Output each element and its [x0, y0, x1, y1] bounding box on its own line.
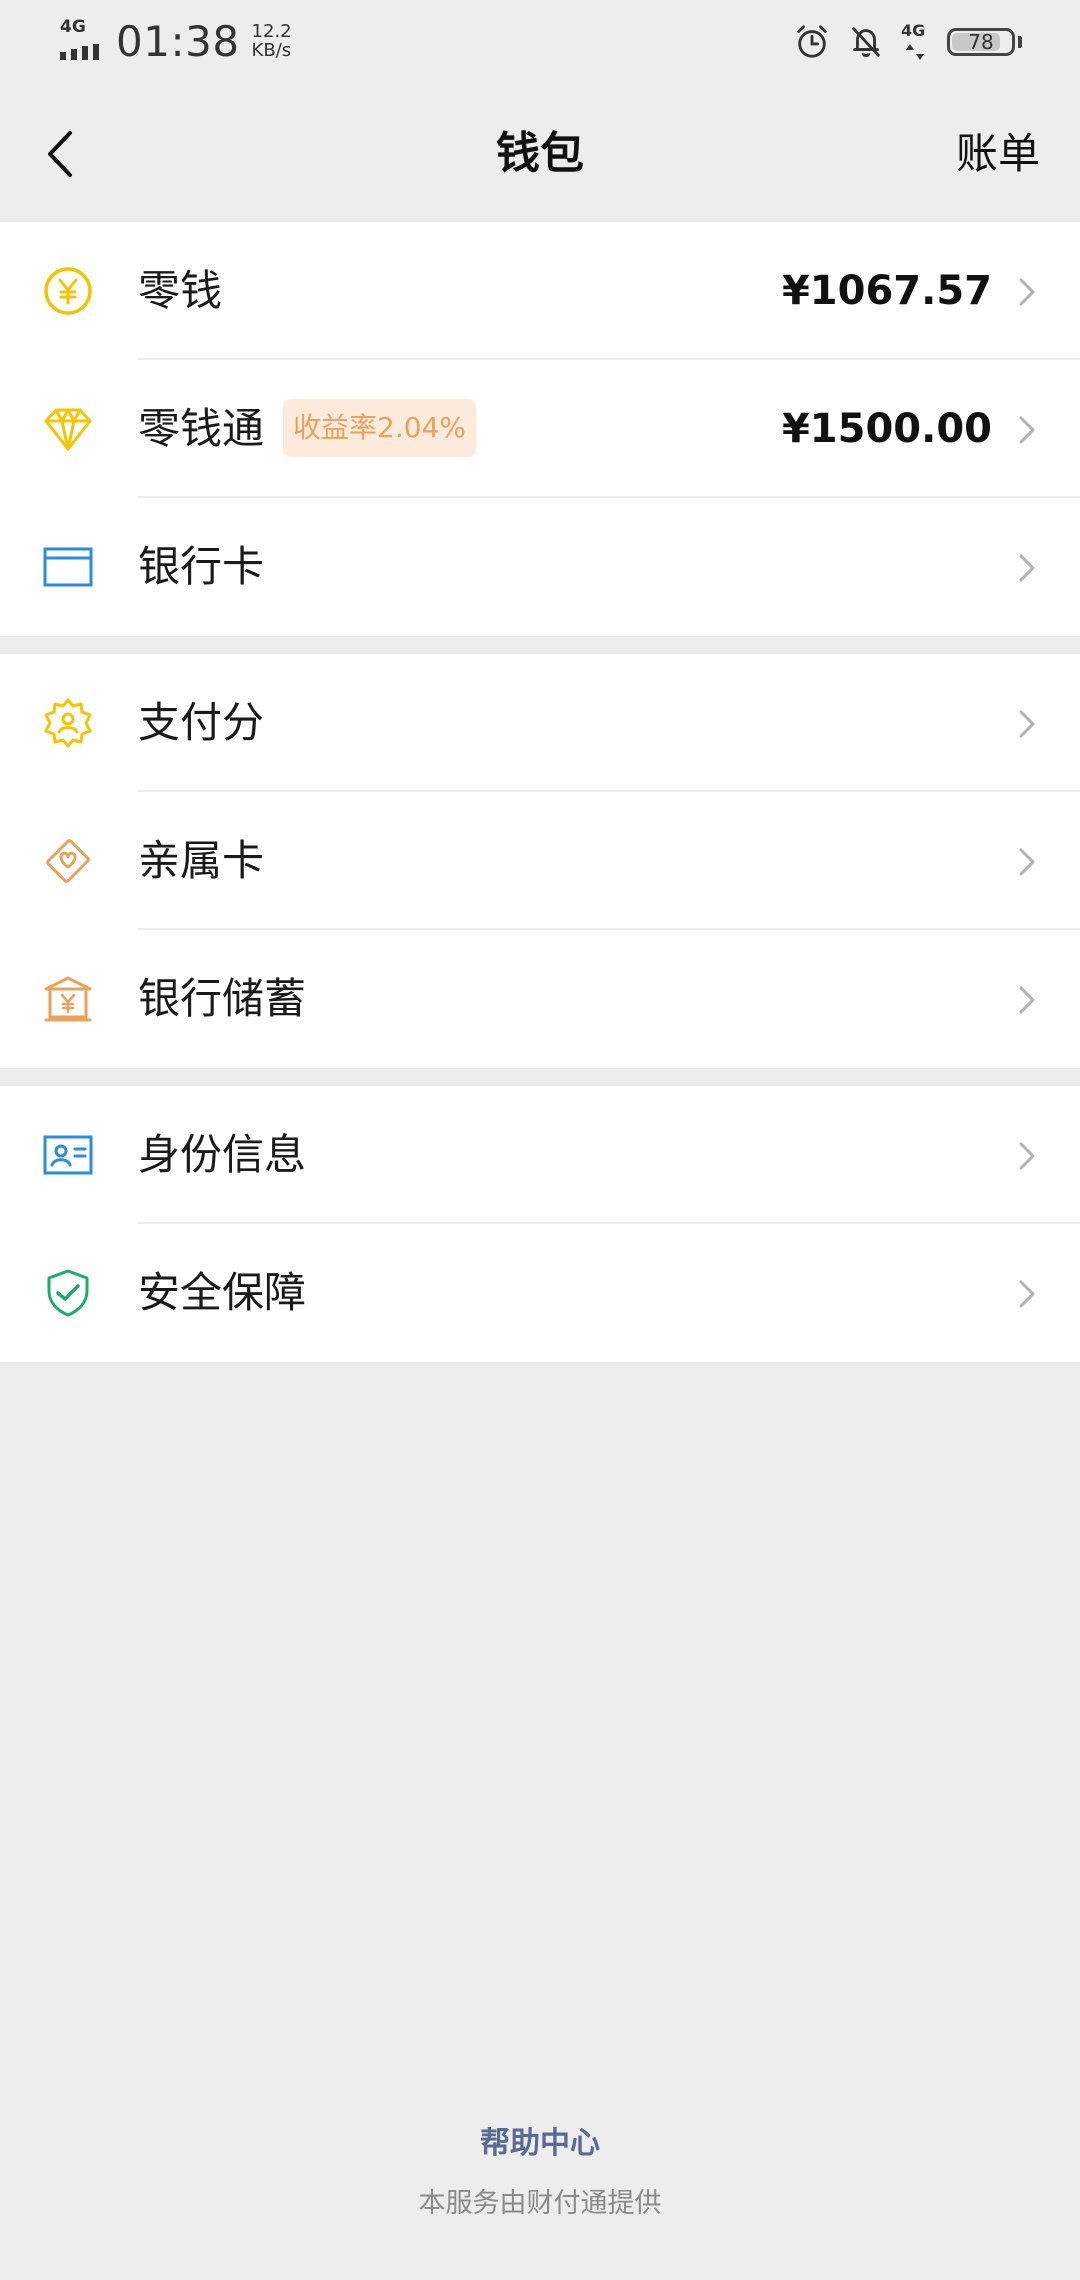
signal-bars-icon [60, 44, 99, 60]
network-speed: 12.2 KB/s [252, 22, 292, 60]
network-speed-unit: KB/s [251, 40, 292, 61]
battery-level: 78 [968, 30, 994, 54]
battery-tip [1018, 36, 1022, 48]
yield-rate-badge: 收益率2.04% [283, 399, 476, 457]
bell-off-icon [852, 27, 880, 57]
yuan-coin-icon [44, 267, 92, 315]
chevron-right-icon [1019, 1142, 1035, 1170]
battery-indicator: 78 [947, 28, 1015, 56]
list-item-change[interactable]: 零钱 ¥1067.57 [0, 222, 1080, 360]
help-center-link[interactable]: 帮助中心 [0, 2118, 1080, 2162]
data-arrows-icon [906, 44, 924, 60]
family-card-icon [46, 839, 90, 883]
bank-card-icon [43, 547, 93, 587]
list-item-label: 零钱 [138, 266, 223, 315]
chevron-right-icon [1019, 1280, 1035, 1308]
list-item-identity[interactable]: 身份信息 [0, 1086, 1080, 1224]
change-balance: ¥1067.57 [781, 268, 992, 314]
page-title: 钱包 [496, 128, 584, 179]
list-item-label: 银行储蓄 [138, 974, 307, 1023]
list-item-bank-savings[interactable]: 银行储蓄 [0, 930, 1080, 1068]
service-provider-note: 本服务由财付通提供 [418, 2188, 662, 2219]
alarm-icon [797, 25, 827, 58]
lingqiantong-balance: ¥1500.00 [781, 406, 992, 452]
signal-indicator: 4G [58, 18, 104, 64]
list-item-family-card[interactable]: 亲属卡 [0, 792, 1080, 930]
chevron-right-icon [1019, 710, 1035, 738]
shield-check-icon [47, 1269, 89, 1317]
wallet-group-3: 身份信息 安全保障 [0, 1086, 1080, 1362]
list-item-label: 亲属卡 [138, 836, 265, 885]
list-item-bank-card[interactable]: 银行卡 [0, 498, 1080, 636]
bill-button[interactable]: 账单 [956, 86, 1040, 222]
id-card-icon [43, 1135, 93, 1175]
status-right: 4G 78 [793, 20, 1022, 64]
wallet-group-1: 零钱 ¥1067.57 零钱通 收益率2.04% ¥1500.00 银行卡 [0, 222, 1080, 636]
list-item-label: 银行卡 [138, 542, 265, 591]
network-type: 4G [60, 17, 86, 37]
wallet-group-2: 支付分 亲属卡 银行储蓄 [0, 654, 1080, 1068]
pay-score-icon [44, 698, 92, 748]
bank-savings-icon [44, 976, 92, 1022]
status-time: 01:38 [116, 16, 240, 66]
network-speed-value: 12.2 [251, 21, 292, 42]
list-item-label: 零钱通 [138, 404, 265, 453]
chevron-right-icon [1019, 278, 1035, 306]
chevron-right-icon [1019, 554, 1035, 582]
list-item-pay-score[interactable]: 支付分 [0, 654, 1080, 792]
list-item-label: 身份信息 [138, 1130, 307, 1179]
list-item-label: 安全保障 [138, 1268, 307, 1317]
network-type-2: 4G [901, 21, 926, 40]
nav-bar: 钱包 账单 [0, 86, 1080, 222]
list-item-lingqiantong[interactable]: 零钱通 收益率2.04% ¥1500.00 [0, 360, 1080, 498]
network-indicator: 4G [901, 22, 931, 62]
list-item-label: 支付分 [138, 698, 265, 747]
chevron-right-icon [1019, 848, 1035, 876]
chevron-right-icon [1019, 416, 1035, 444]
diamond-icon [44, 408, 92, 451]
list-item-security[interactable]: 安全保障 [0, 1224, 1080, 1362]
chevron-right-icon [1019, 986, 1035, 1014]
status-left: 4G 01:38 12.2 KB/s [58, 16, 292, 66]
status-bar: 4G 01:38 12.2 KB/s 4G 78 [0, 0, 1080, 86]
